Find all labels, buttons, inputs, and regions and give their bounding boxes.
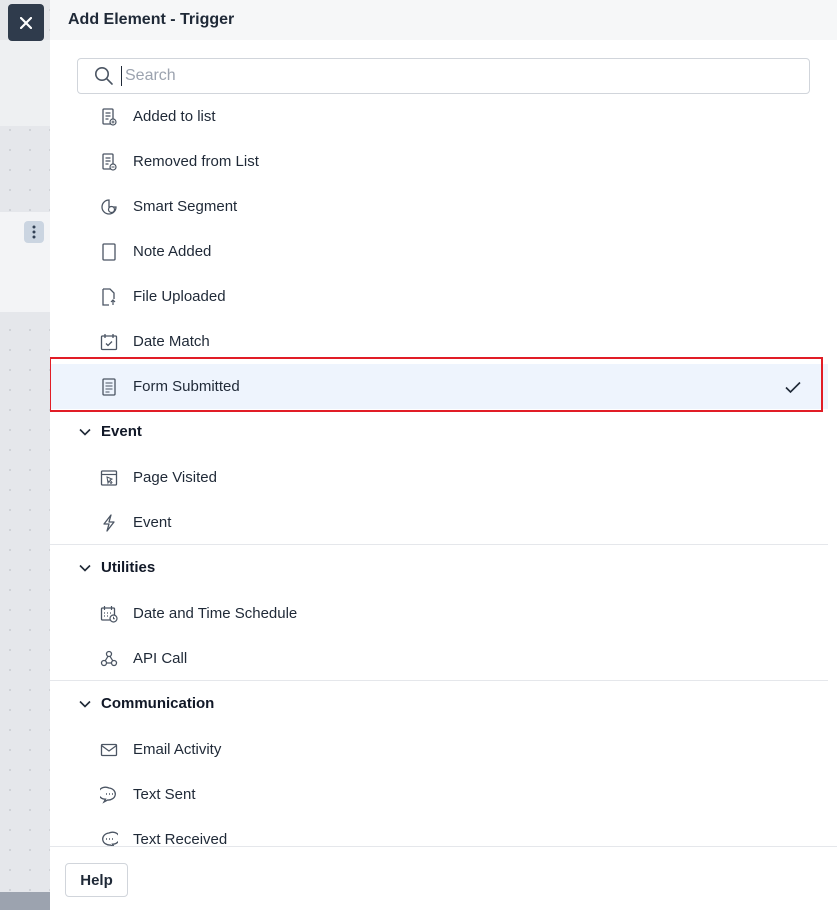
- list-item-form-submitted[interactable]: Form Submitted: [50, 364, 828, 409]
- group-event[interactable]: Event: [50, 409, 828, 454]
- list-item-file-uploaded[interactable]: File Uploaded: [50, 274, 828, 319]
- panel-title: Add Element - Trigger: [50, 0, 837, 40]
- canvas-background: [0, 0, 50, 910]
- list-item-text-sent[interactable]: Text Sent: [50, 772, 828, 817]
- smart-segment-icon: [100, 198, 118, 216]
- list-item-added-to-list[interactable]: Added to list: [50, 94, 828, 139]
- list-item-date-time-schedule[interactable]: Date and Time Schedule: [50, 591, 828, 636]
- lightning-icon: [100, 513, 118, 532]
- list-remove-icon: [100, 152, 118, 171]
- add-element-panel: Add Element - Trigger Added to list Remo…: [50, 0, 837, 910]
- help-button[interactable]: Help: [65, 863, 128, 897]
- search-input[interactable]: [123, 61, 809, 91]
- close-panel-button[interactable]: [8, 4, 44, 41]
- page-visit-icon: [100, 469, 118, 487]
- chevron-down-icon: [78, 561, 92, 575]
- form-icon: [100, 377, 118, 396]
- list-add-icon: [100, 107, 118, 126]
- trigger-list: Added to list Removed from List Smart Se…: [50, 94, 837, 846]
- chevron-down-icon: [78, 697, 92, 711]
- node-more-options-icon[interactable]: [24, 221, 44, 243]
- checkmark-icon: [784, 378, 802, 396]
- note-icon: [100, 242, 118, 261]
- chat-sent-icon: [100, 786, 118, 804]
- calendar-clock-icon: [100, 605, 118, 623]
- chat-received-icon: [100, 831, 118, 846]
- group-communication[interactable]: Communication: [50, 681, 828, 726]
- list-item-page-visited[interactable]: Page Visited: [50, 455, 828, 500]
- webhook-icon: [100, 650, 118, 668]
- close-icon: [20, 16, 32, 29]
- list-item-text-received[interactable]: Text Received: [50, 817, 828, 846]
- list-item-date-match[interactable]: Date Match: [50, 319, 828, 364]
- list-item-event[interactable]: Event: [50, 500, 828, 545]
- file-upload-icon: [100, 287, 118, 306]
- list-item-smart-segment[interactable]: Smart Segment: [50, 184, 828, 229]
- envelope-icon: [100, 741, 118, 759]
- list-item-removed-from-list[interactable]: Removed from List: [50, 139, 828, 184]
- calendar-check-icon: [100, 333, 118, 351]
- group-utilities[interactable]: Utilities: [50, 545, 828, 590]
- list-item-api-call[interactable]: API Call: [50, 636, 828, 681]
- search-icon: [94, 66, 114, 86]
- list-item-email-activity[interactable]: Email Activity: [50, 727, 828, 772]
- list-item-note-added[interactable]: Note Added: [50, 229, 828, 274]
- chevron-down-icon: [78, 425, 92, 439]
- search-field[interactable]: [77, 58, 810, 94]
- panel-footer: Help: [50, 846, 837, 910]
